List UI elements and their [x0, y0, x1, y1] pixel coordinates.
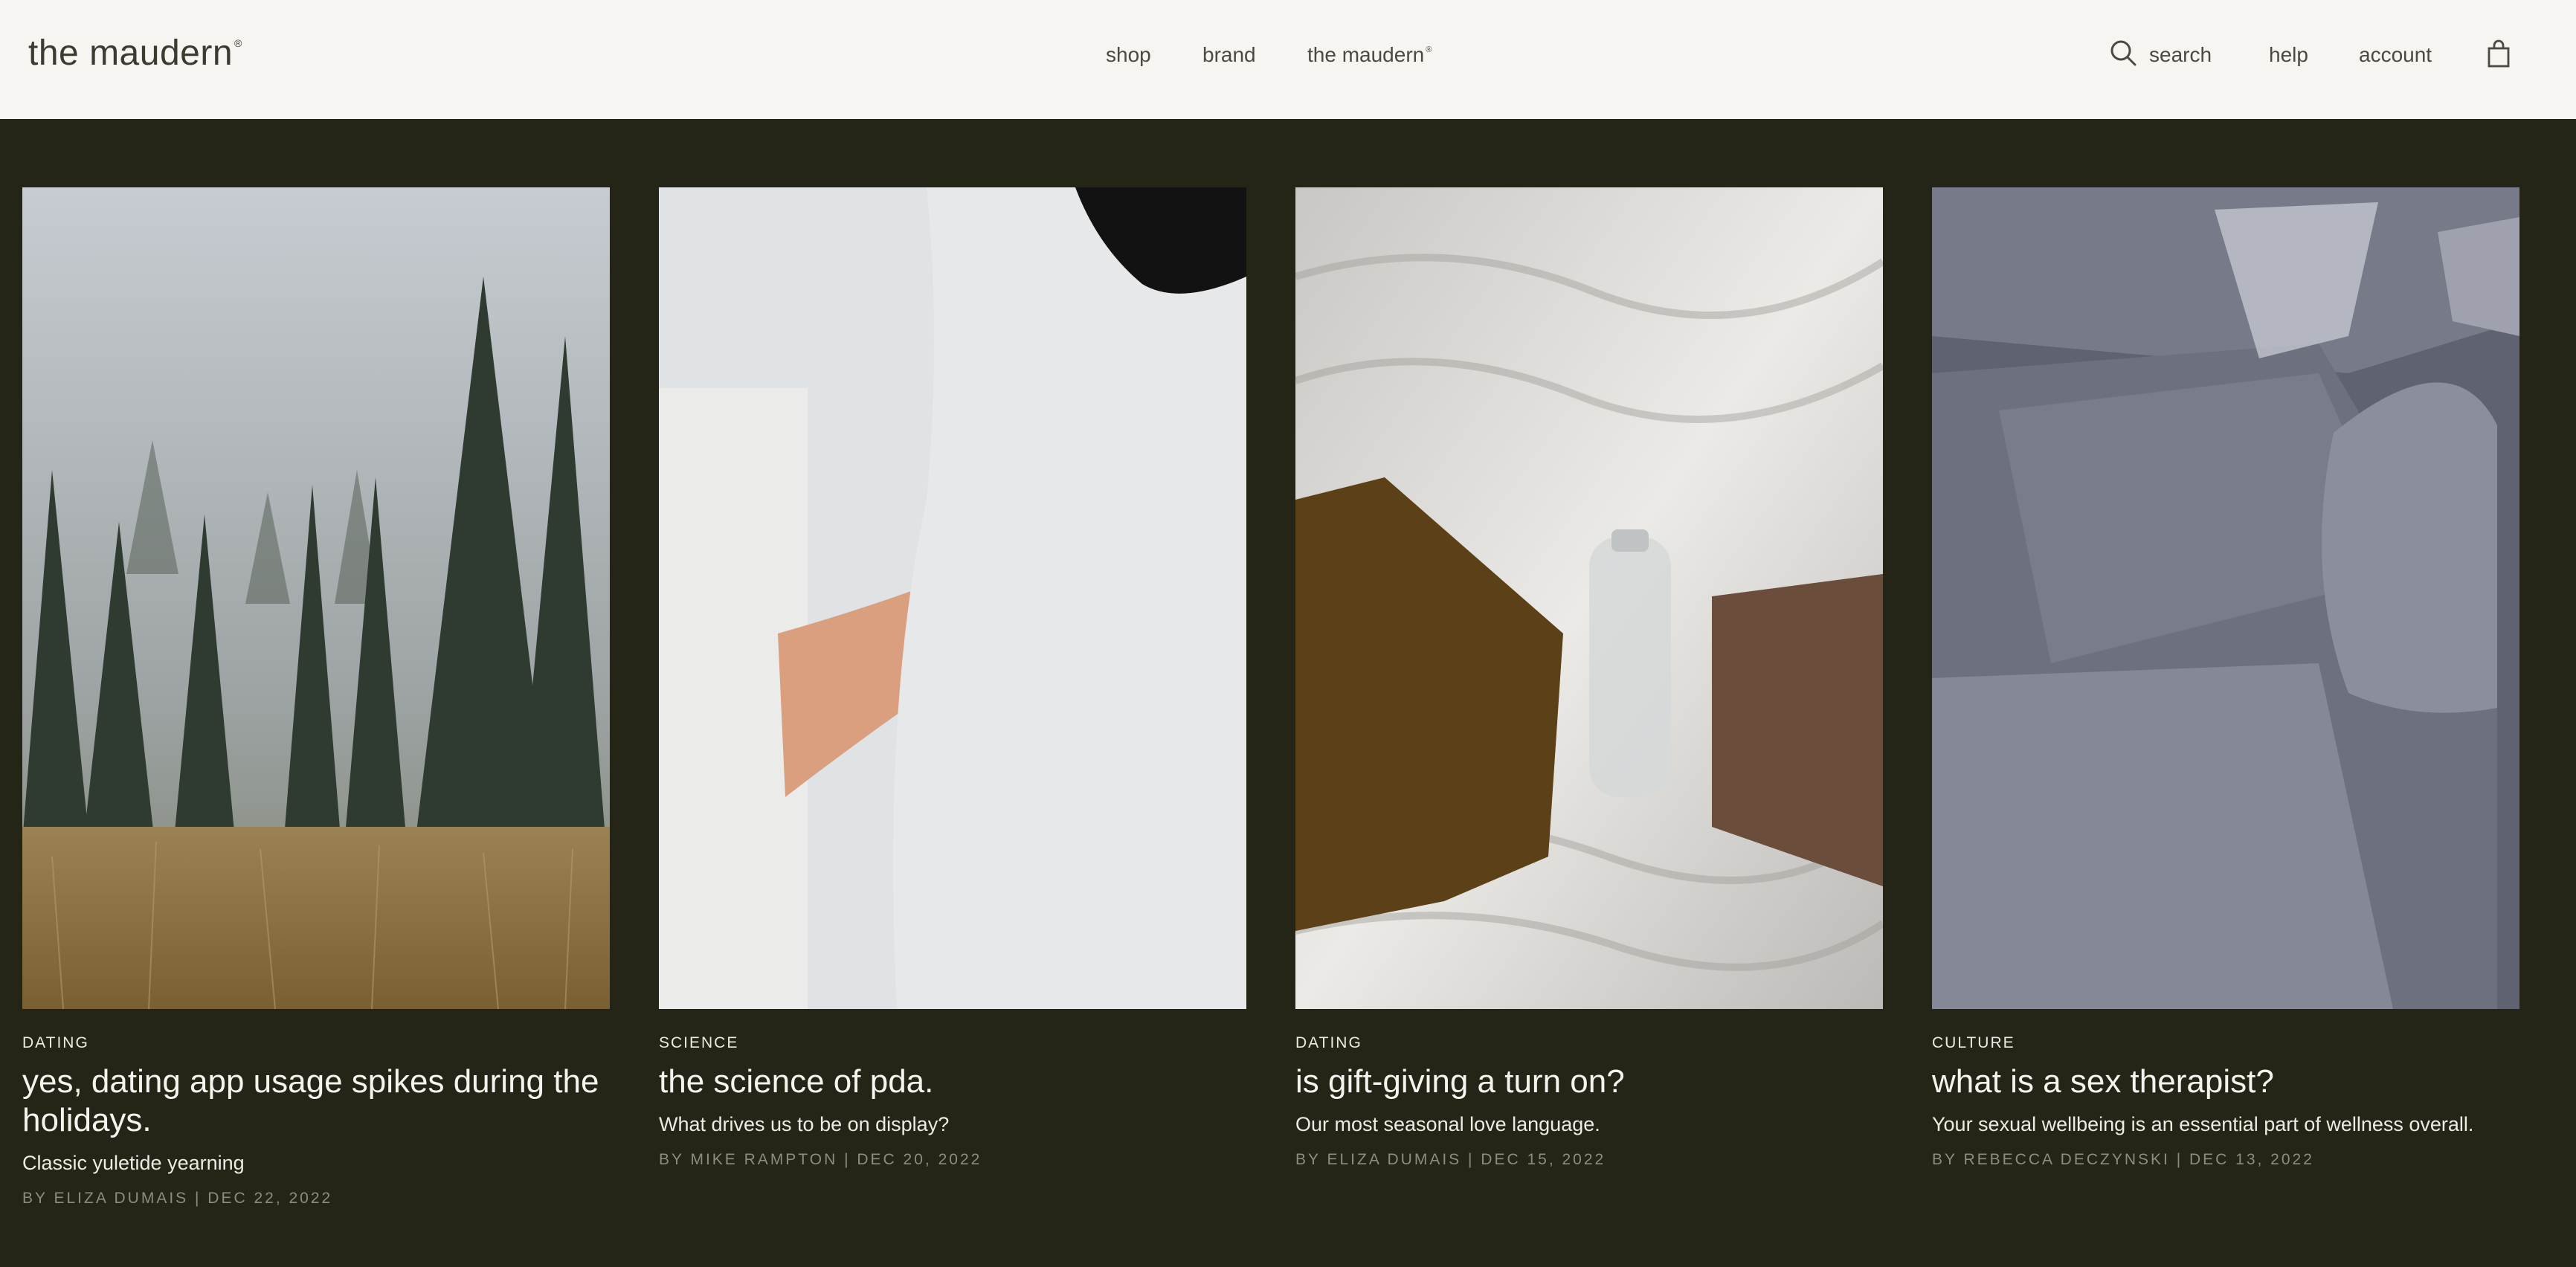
article-card[interactable]: DATING yes, dating app usage spikes duri… [22, 187, 610, 1208]
article-title[interactable]: what is a sex therapist? [1932, 1063, 2519, 1101]
site-header: the maudern ® shop brand the maudern ® sea… [0, 0, 2576, 119]
nav-registered-mark: ® [1426, 45, 1432, 54]
search-icon [2109, 39, 2137, 71]
site-logo[interactable]: the maudern ® [28, 33, 242, 74]
search-label: search [2149, 42, 2212, 66]
article-subtitle: What drives us to be on display? [659, 1113, 950, 1135]
article-subtitle: Classic yuletide yearning [22, 1152, 245, 1174]
shopping-bag-icon [2485, 39, 2512, 71]
nav-shop[interactable]: shop [1106, 43, 1151, 67]
account-link[interactable]: account [2359, 43, 2432, 67]
article-card[interactable]: DATING is gift-giving a turn on? Our mos… [1295, 187, 1883, 1169]
article-category[interactable]: DATING [22, 1034, 610, 1052]
nav-brand[interactable]: brand [1202, 43, 1256, 67]
article-byline: BY ELIZA DUMAIS | DEC 15, 2022 [1295, 1151, 1606, 1168]
article-subtitle: Your sexual wellbeing is an essential pa… [1932, 1113, 2474, 1135]
article-category[interactable]: SCIENCE [659, 1034, 1246, 1052]
article-byline: BY MIKE RAMPTON | DEC 20, 2022 [659, 1151, 982, 1168]
article-title[interactable]: yes, dating app usage spikes during the … [22, 1063, 610, 1140]
article-card[interactable]: CULTURE what is a sex therapist? Your se… [1932, 187, 2519, 1169]
nav-the-maudern[interactable]: the maudern ® [1307, 43, 1432, 67]
article-image-bedsheets[interactable] [1295, 187, 1883, 1009]
article-category[interactable]: DATING [1295, 1034, 1883, 1052]
nav-the-maudern-label: the maudern [1307, 43, 1425, 66]
article-category[interactable]: CULTURE [1932, 1034, 2519, 1052]
logo-text: the maudern [28, 33, 234, 73]
article-card[interactable]: SCIENCE the science of pda. What drives … [659, 187, 1246, 1169]
article-title[interactable]: the science of pda. [659, 1063, 1246, 1101]
article-subtitle: Our most seasonal love language. [1295, 1113, 1600, 1135]
article-byline: BY ELIZA DUMAIS | DEC 22, 2022 [22, 1190, 333, 1207]
article-byline: BY REBECCA DECZYNSKI | DEC 13, 2022 [1932, 1151, 2314, 1168]
search-button[interactable]: search [2109, 39, 2212, 71]
article-image-sofa[interactable] [1932, 187, 2519, 1009]
logo-registered-mark: ® [234, 37, 242, 49]
article-image-forest[interactable] [22, 187, 610, 1009]
help-link[interactable]: help [2269, 43, 2308, 67]
article-image-hands[interactable] [659, 187, 1246, 1009]
cart-button[interactable] [2485, 39, 2512, 72]
article-title[interactable]: is gift-giving a turn on? [1295, 1063, 1883, 1101]
